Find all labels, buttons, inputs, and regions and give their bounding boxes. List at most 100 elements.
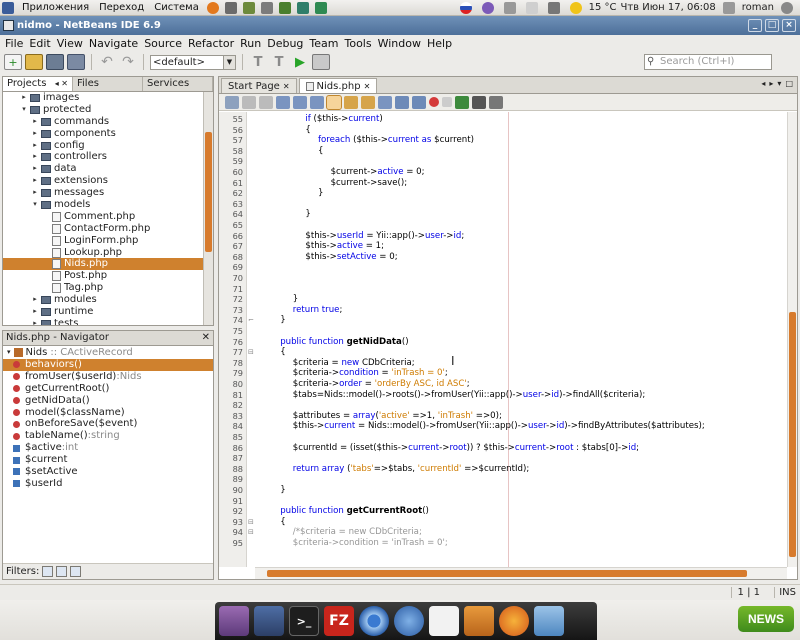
find-icon[interactable] [276,95,290,109]
clock[interactable]: Чтв Июн 17, 06:08 [621,2,716,13]
code-line[interactable]: 73 return true; [219,305,779,316]
menu-edit[interactable]: Edit [26,37,53,50]
close-icon[interactable]: ✕ [202,331,213,345]
collapsed-toggle-icon[interactable]: ▸ [31,187,39,199]
code-line[interactable]: 93 ⊟ { [219,517,779,528]
build-hammer-icon[interactable]: T [249,54,267,70]
configuration-select[interactable]: <default> ▼ [150,54,236,70]
code-line[interactable]: 68 $this->setActive = 0; [219,252,779,263]
launcher-icon[interactable] [224,1,237,14]
comment-icon[interactable] [472,95,486,109]
virtualbox-icon[interactable] [534,606,564,636]
tab-projects[interactable]: Projects ◂ ✕ [3,77,73,91]
filter-button[interactable] [70,566,82,577]
tree-folder[interactable]: ▸ tests [3,318,213,325]
redo-icon[interactable]: ↷ [119,54,137,70]
close-icon[interactable]: ✕ [283,79,290,94]
code-line[interactable]: 90} [219,485,779,496]
history-icon[interactable] [242,95,256,109]
code-line[interactable]: 56 { [219,125,779,136]
find-next-icon[interactable] [310,95,324,109]
code-line[interactable]: 55 if ($this->current) [219,114,779,125]
stop-macro-icon[interactable] [442,97,452,107]
maximize-icon[interactable]: □ [785,79,793,88]
tree-folder[interactable]: ▸ modules [3,294,213,306]
navigator-method[interactable]: getNidData() [3,395,213,407]
firefox-launcher-icon[interactable] [206,1,219,14]
collapsed-toggle-icon[interactable]: ▸ [31,175,39,187]
code-line[interactable]: 92 public function getCurrentRoot() [219,506,779,517]
tree-folder[interactable]: ▸ config [3,140,213,152]
filezilla-icon[interactable]: FZ [324,606,354,636]
firefox-icon[interactable] [499,606,529,636]
code-line[interactable]: 79 $criteria->condition = 'inTrash = 0'; [219,368,779,379]
uncomment-icon[interactable] [489,95,503,109]
close-icon[interactable]: ◂ ✕ [55,77,68,91]
editor-horizontal-scrollbar[interactable] [255,567,787,579]
new-project-icon[interactable] [25,54,43,70]
tree-folder[interactable]: ▸ components [3,128,213,140]
code-line[interactable]: 83 $attributes = array('active' =>1, 'inT… [219,411,779,422]
menu-refactor[interactable]: Refactor [185,37,237,50]
code-line[interactable]: 75 [219,326,779,337]
menu-view[interactable]: View [54,37,86,50]
menu-window[interactable]: Window [375,37,424,50]
code-line[interactable]: 80 $criteria->order = 'orderBy ASC, id AS… [219,379,779,390]
gnome-foot-icon[interactable] [2,1,14,14]
fold-marker-icon[interactable]: ⊟ [248,527,254,538]
menu-help[interactable]: Help [424,37,455,50]
scroll-right-icon[interactable]: ▸ [769,79,773,88]
fold-marker-icon[interactable]: ⊟ [248,517,254,528]
clean-build-icon[interactable]: T [270,54,288,70]
keyboard-layout-flag-icon[interactable] [459,1,472,14]
code-line[interactable]: 62} [219,188,779,199]
tab-files[interactable]: Files [73,77,143,91]
code-line[interactable]: 95 $criteria->condition = 'inTrash = 0'; [219,538,779,549]
save-all-icon[interactable] [67,54,85,70]
file-manager-icon[interactable] [254,606,284,636]
launcher-icon[interactable] [314,1,327,14]
navigator-field[interactable]: $active:int [3,442,213,454]
applications-menu[interactable]: Приложения [17,2,94,13]
pidgin-icon[interactable] [481,1,494,14]
navigator-method[interactable]: getCurrentRoot() [3,383,213,395]
maximize-button[interactable]: □ [765,19,779,32]
network-icon[interactable] [503,1,516,14]
temperature[interactable]: 15 °C [589,2,617,13]
menu-navigate[interactable]: Navigate [86,37,141,50]
code-line[interactable]: 94 ⊟ /*$criteria = new CDbCriteria; [219,527,779,538]
code-line[interactable]: 72} [219,294,779,305]
close-button[interactable]: × [782,19,796,32]
code-line[interactable]: 91 [219,496,779,507]
launcher-icon[interactable] [296,1,309,14]
undo-icon[interactable]: ↶ [98,54,116,70]
tree-folder[interactable]: ▸ runtime [3,306,213,318]
tree-folder[interactable]: ▸ extensions [3,175,213,187]
text-editor-icon[interactable] [429,606,459,636]
php-icon[interactable] [455,95,469,109]
tree-folder[interactable]: ▸ messages [3,187,213,199]
code-line[interactable]: 82 [219,400,779,411]
chromium-icon[interactable] [359,606,389,636]
volume-icon[interactable] [547,1,560,14]
editor-vertical-scrollbar[interactable] [787,112,797,567]
fold-marker-icon[interactable]: ⊟ [248,347,254,358]
minimize-button[interactable]: _ [748,19,762,32]
tree-folder[interactable]: ▸ commands [3,116,213,128]
code-line[interactable]: 61 $current->save(); [219,178,779,189]
code-line[interactable]: 66 $this->userId = Yii::app()->user->id; [219,231,779,242]
projects-scrollbar[interactable] [203,92,213,325]
code-line[interactable]: 70 [219,273,779,284]
fold-marker-icon[interactable]: ⌐ [248,315,254,326]
code-line[interactable]: 65 [219,220,779,231]
tree-folder[interactable]: ▾ models [3,199,213,211]
code-area[interactable]: I 55 if ($this->current) 56{57 foreach ($th… [219,112,797,567]
expanded-toggle-icon[interactable]: ▾ [31,199,39,211]
toggle-highlight-icon[interactable] [326,94,342,110]
new-file-icon[interactable]: + [4,54,22,70]
tree-file[interactable]: Lookup.php [3,247,213,259]
next-bookmark-icon[interactable] [361,95,375,109]
launcher-icon[interactable] [278,1,291,14]
code-line[interactable]: 86 $currentId = (isset($this->current->ro… [219,443,779,454]
tab-start-page[interactable]: Start Page ✕ [221,78,297,93]
